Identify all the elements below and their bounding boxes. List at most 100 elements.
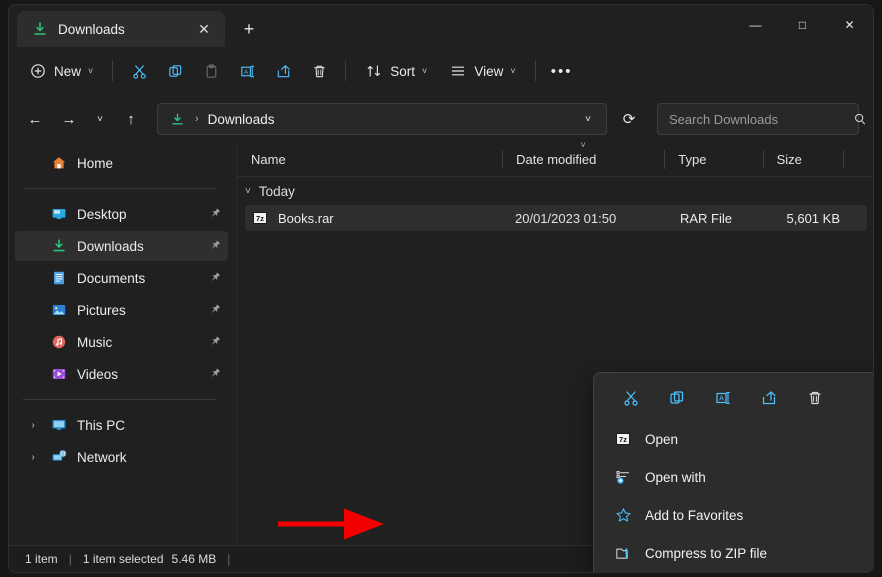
column-header-overflow[interactable] [843, 143, 873, 176]
sort-button-label: Sort [390, 64, 415, 79]
chevron-right-icon[interactable]: › [25, 452, 41, 463]
group-header-today[interactable]: ˅ Today [237, 177, 873, 205]
close-icon[interactable]: ✕ [191, 16, 217, 42]
sidebar-item-documents[interactable]: Documents [15, 263, 228, 293]
sidebar-item-music[interactable]: Music [15, 327, 228, 357]
sidebar-item-desktop[interactable]: Desktop [15, 199, 228, 229]
context-menu-item-open[interactable]: 7z Open Enter [598, 420, 874, 458]
context-menu-item-add-to-favorites[interactable]: Add to Favorites [598, 496, 874, 534]
sort-indicator-icon: ˅ [581, 140, 586, 150]
column-header-label: Name [251, 152, 286, 167]
copy-icon[interactable] [158, 55, 192, 87]
videos-icon [50, 365, 68, 383]
sidebar-item-label: Videos [77, 367, 199, 382]
share-icon[interactable] [266, 55, 300, 87]
chevron-down-icon: ˅ [88, 66, 93, 76]
breadcrumb-separator: › [195, 113, 199, 125]
pin-icon[interactable] [204, 364, 223, 383]
search-icon[interactable] [851, 110, 869, 128]
status-selection-size: 5.46 MB [172, 552, 217, 566]
sidebar-item-videos[interactable]: Videos [15, 359, 228, 389]
rename-icon[interactable]: A [230, 55, 264, 87]
search-box[interactable] [657, 103, 859, 135]
file-type-cell: RAR File [674, 211, 774, 226]
up-button[interactable]: ↑ [115, 103, 147, 135]
delete-icon[interactable] [798, 382, 832, 414]
context-menu-item-copy-as-path[interactable]: Copy as path Ctrl+Shift+C [598, 572, 874, 573]
table-row[interactable]: 7z Books.rar 20/01/2023 01:50 RAR File 5… [245, 205, 867, 231]
breadcrumb-downloads[interactable]: › Downloads [168, 110, 274, 128]
search-input[interactable] [669, 112, 845, 127]
share-icon[interactable] [752, 382, 786, 414]
desktop-icon [50, 205, 68, 223]
paste-icon [194, 55, 228, 87]
chevron-down-icon[interactable]: ˅ [245, 186, 251, 197]
close-button[interactable]: ✕ [826, 5, 873, 45]
sidebar-item-label: Music [77, 335, 199, 350]
context-menu-item-label: Open with [645, 470, 874, 485]
svg-text:7z: 7z [619, 435, 627, 444]
toolbar-divider-2 [345, 61, 346, 81]
breadcrumb-bar[interactable]: › Downloads ˅ [157, 103, 607, 135]
column-header-type[interactable]: Type [664, 143, 762, 176]
copy-icon[interactable] [660, 382, 694, 414]
file-name: Books.rar [278, 211, 334, 226]
status-separator: | [69, 552, 72, 566]
context-menu-item-compress-to-zip[interactable]: Compress to ZIP file [598, 534, 874, 572]
new-button[interactable]: New ˅ [19, 55, 103, 87]
pin-icon[interactable] [204, 204, 223, 223]
sidebar-item-this-pc[interactable]: › This PC [15, 410, 228, 440]
rename-icon[interactable]: A [706, 382, 740, 414]
command-bar: New ˅ A [9, 47, 873, 95]
openwith-icon [614, 468, 632, 486]
delete-icon[interactable] [302, 55, 336, 87]
context-menu-item-label: Open [645, 432, 873, 447]
download-icon [168, 110, 186, 128]
sort-button[interactable]: Sort ˅ [355, 55, 437, 87]
file-list-pane: Name ˅ Date modified Type Size ˅ Today [237, 143, 873, 545]
tab-downloads[interactable]: Downloads ✕ [17, 11, 225, 47]
minimize-button[interactable]: — [732, 5, 779, 45]
more-options-button[interactable]: ••• [545, 55, 579, 87]
pin-icon[interactable] [204, 332, 223, 351]
sidebar-item-label: Desktop [77, 207, 199, 222]
sidebar-item-label: Network [77, 450, 220, 465]
refresh-button[interactable]: ⟳ [613, 103, 645, 135]
view-icon [449, 62, 467, 80]
status-item-count: 1 item [25, 552, 58, 566]
sidebar-item-label: Documents [77, 271, 199, 286]
sidebar-divider-1 [23, 188, 216, 189]
context-menu-item-open-with[interactable]: Open with › [598, 458, 874, 496]
file-name-cell: 7z Books.rar [245, 209, 509, 227]
window-controls: — □ ✕ [732, 5, 873, 45]
context-menu: A [593, 372, 874, 573]
sidebar-item-home[interactable]: Home [15, 148, 228, 178]
new-tab-button[interactable]: + [233, 13, 265, 45]
sidebar-item-downloads[interactable]: Downloads [15, 231, 228, 261]
maximize-button[interactable]: □ [779, 5, 826, 45]
pin-icon[interactable] [204, 236, 223, 255]
archive-7z-icon: 7z [251, 209, 269, 227]
column-header-label: Size [777, 152, 802, 167]
column-header-date-modified[interactable]: ˅ Date modified [502, 143, 664, 176]
recent-locations-button[interactable]: ˅ [87, 103, 113, 135]
chevron-right-icon[interactable]: › [25, 420, 41, 431]
sidebar-item-network[interactable]: › Network [15, 442, 228, 472]
cut-icon[interactable] [614, 382, 648, 414]
column-header-name[interactable]: Name [237, 143, 502, 176]
breadcrumb-label: Downloads [208, 112, 275, 127]
column-header-size[interactable]: Size [763, 143, 844, 176]
explorer-window: Downloads ✕ + — □ ✕ New ˅ [8, 4, 874, 573]
cut-icon[interactable] [122, 55, 156, 87]
breadcrumb-dropdown-button[interactable]: ˅ [574, 105, 602, 133]
view-button[interactable]: View ˅ [439, 55, 525, 87]
pin-icon[interactable] [204, 300, 223, 319]
forward-button[interactable]: → [53, 103, 85, 135]
back-button[interactable]: ← [19, 103, 51, 135]
pin-icon[interactable] [204, 268, 223, 287]
sidebar-item-pictures[interactable]: Pictures [15, 295, 228, 325]
column-header-label: Date modified [516, 152, 596, 167]
chevron-down-icon: ˅ [510, 66, 515, 76]
new-button-label: New [54, 64, 81, 79]
chevron-down-icon: ˅ [422, 66, 427, 76]
